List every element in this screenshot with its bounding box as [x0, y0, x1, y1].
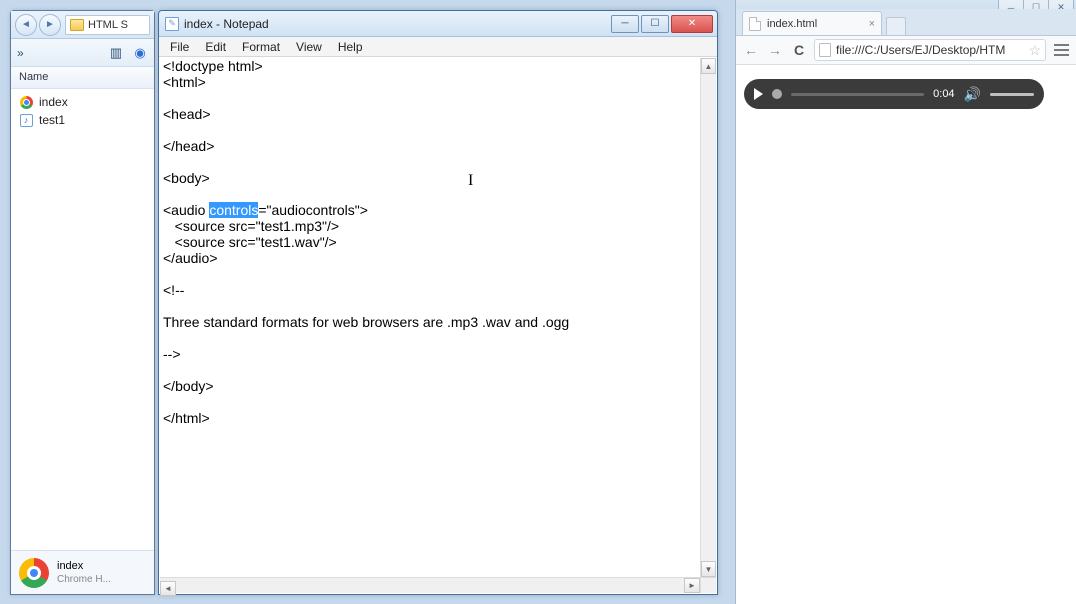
address-bar[interactable]: file:///C:/Users/EJ/Desktop/HTM ☆ — [814, 39, 1046, 61]
menu-file[interactable]: File — [163, 38, 196, 56]
chrome-window: ─ ☐ ✕ index.html × ← → C file:///C:/User… — [735, 0, 1076, 604]
close-button[interactable]: ✕ — [671, 15, 713, 33]
folder-icon — [70, 19, 84, 31]
explorer-toolbar: » ▥ ◉ — [11, 39, 154, 67]
menu-help[interactable]: Help — [331, 38, 370, 56]
tab-title: index.html — [767, 18, 863, 30]
chrome-icon — [19, 558, 49, 588]
file-list: index ♪ test1 — [11, 89, 154, 550]
volume-slider[interactable] — [990, 93, 1034, 96]
vertical-scrollbar[interactable]: ▲ ▼ — [700, 58, 716, 577]
breadcrumb[interactable]: HTML S — [65, 15, 150, 35]
organize-menu[interactable]: » — [17, 46, 24, 60]
taskbar-chrome-item[interactable]: index Chrome H... — [11, 550, 154, 594]
menu-format[interactable]: Format — [235, 38, 287, 56]
tab-strip: index.html × — [736, 9, 1076, 35]
menu-view[interactable]: View — [289, 38, 329, 56]
url-text: file:///C:/Users/EJ/Desktop/HTM — [836, 43, 1005, 57]
play-button[interactable] — [754, 88, 763, 100]
file-item-index[interactable]: index — [11, 93, 154, 111]
scroll-up-button[interactable]: ▲ — [701, 58, 716, 74]
audio-player: 0:04 🔊 — [744, 79, 1044, 109]
nav-back-button[interactable]: ◄ — [15, 14, 37, 36]
reload-button[interactable]: C — [790, 41, 808, 59]
code-content[interactable]: <!doctype html> <html> <head> </head> <b… — [163, 59, 713, 427]
window-title: index - Notepad — [184, 17, 269, 31]
file-name-label: index — [39, 95, 68, 109]
browser-tab[interactable]: index.html × — [742, 11, 882, 35]
minimize-button[interactable]: ─ — [611, 15, 639, 33]
chrome-icon — [20, 96, 33, 109]
new-tab-button[interactable] — [886, 17, 906, 35]
horizontal-scrollbar[interactable]: ◄ ► — [160, 577, 700, 593]
file-protocol-icon — [819, 43, 831, 57]
column-header-name[interactable]: Name — [11, 67, 154, 89]
file-item-test1[interactable]: ♪ test1 — [11, 111, 154, 129]
notepad-editor[interactable]: <!doctype html> <html> <head> </head> <b… — [159, 57, 717, 594]
nav-forward-button[interactable]: ► — [39, 14, 61, 36]
notepad-window: ✎ index - Notepad ─ ☐ ✕ File Edit Format… — [158, 10, 718, 595]
scroll-down-button[interactable]: ▼ — [701, 561, 716, 577]
view-options-icon[interactable]: ▥ — [108, 45, 124, 61]
volume-icon[interactable]: 🔊 — [964, 86, 981, 103]
notepad-titlebar[interactable]: ✎ index - Notepad ─ ☐ ✕ — [159, 11, 717, 37]
seek-track[interactable] — [791, 93, 924, 96]
notepad-menubar: File Edit Format View Help — [159, 37, 717, 57]
bookmark-star-icon[interactable]: ☆ — [1028, 42, 1041, 59]
explorer-titlebar[interactable]: ◄ ► HTML S — [11, 11, 154, 39]
task-name: index — [57, 560, 111, 573]
menu-button[interactable] — [1052, 44, 1070, 56]
time-display: 0:04 — [933, 88, 954, 100]
resize-grip[interactable] — [700, 577, 716, 593]
menu-edit[interactable]: Edit — [198, 38, 233, 56]
task-subtitle: Chrome H... — [57, 573, 111, 586]
breadcrumb-label: HTML S — [88, 19, 128, 31]
seek-thumb[interactable] — [772, 89, 782, 99]
page-icon — [749, 17, 761, 31]
chrome-frame[interactable]: ─ ☐ ✕ — [736, 0, 1076, 9]
maximize-button[interactable]: ☐ — [641, 15, 669, 33]
forward-button[interactable]: → — [766, 41, 784, 59]
music-icon: ♪ — [20, 114, 33, 127]
scroll-right-button[interactable]: ► — [684, 578, 700, 593]
notepad-icon: ✎ — [165, 17, 179, 31]
browser-toolbar: ← → C file:///C:/Users/EJ/Desktop/HTM ☆ — [736, 35, 1076, 65]
scroll-left-button[interactable]: ◄ — [160, 581, 176, 596]
text-selection: controls — [209, 202, 258, 218]
explorer-window: ◄ ► HTML S » ▥ ◉ Name index ♪ test1 inde… — [10, 10, 155, 595]
text-cursor-icon: I — [468, 172, 473, 190]
file-name-label: test1 — [39, 113, 65, 127]
page-content: 0:04 🔊 — [736, 65, 1076, 604]
tab-close-button[interactable]: × — [869, 18, 875, 30]
help-icon[interactable]: ◉ — [132, 45, 148, 61]
back-button[interactable]: ← — [742, 41, 760, 59]
